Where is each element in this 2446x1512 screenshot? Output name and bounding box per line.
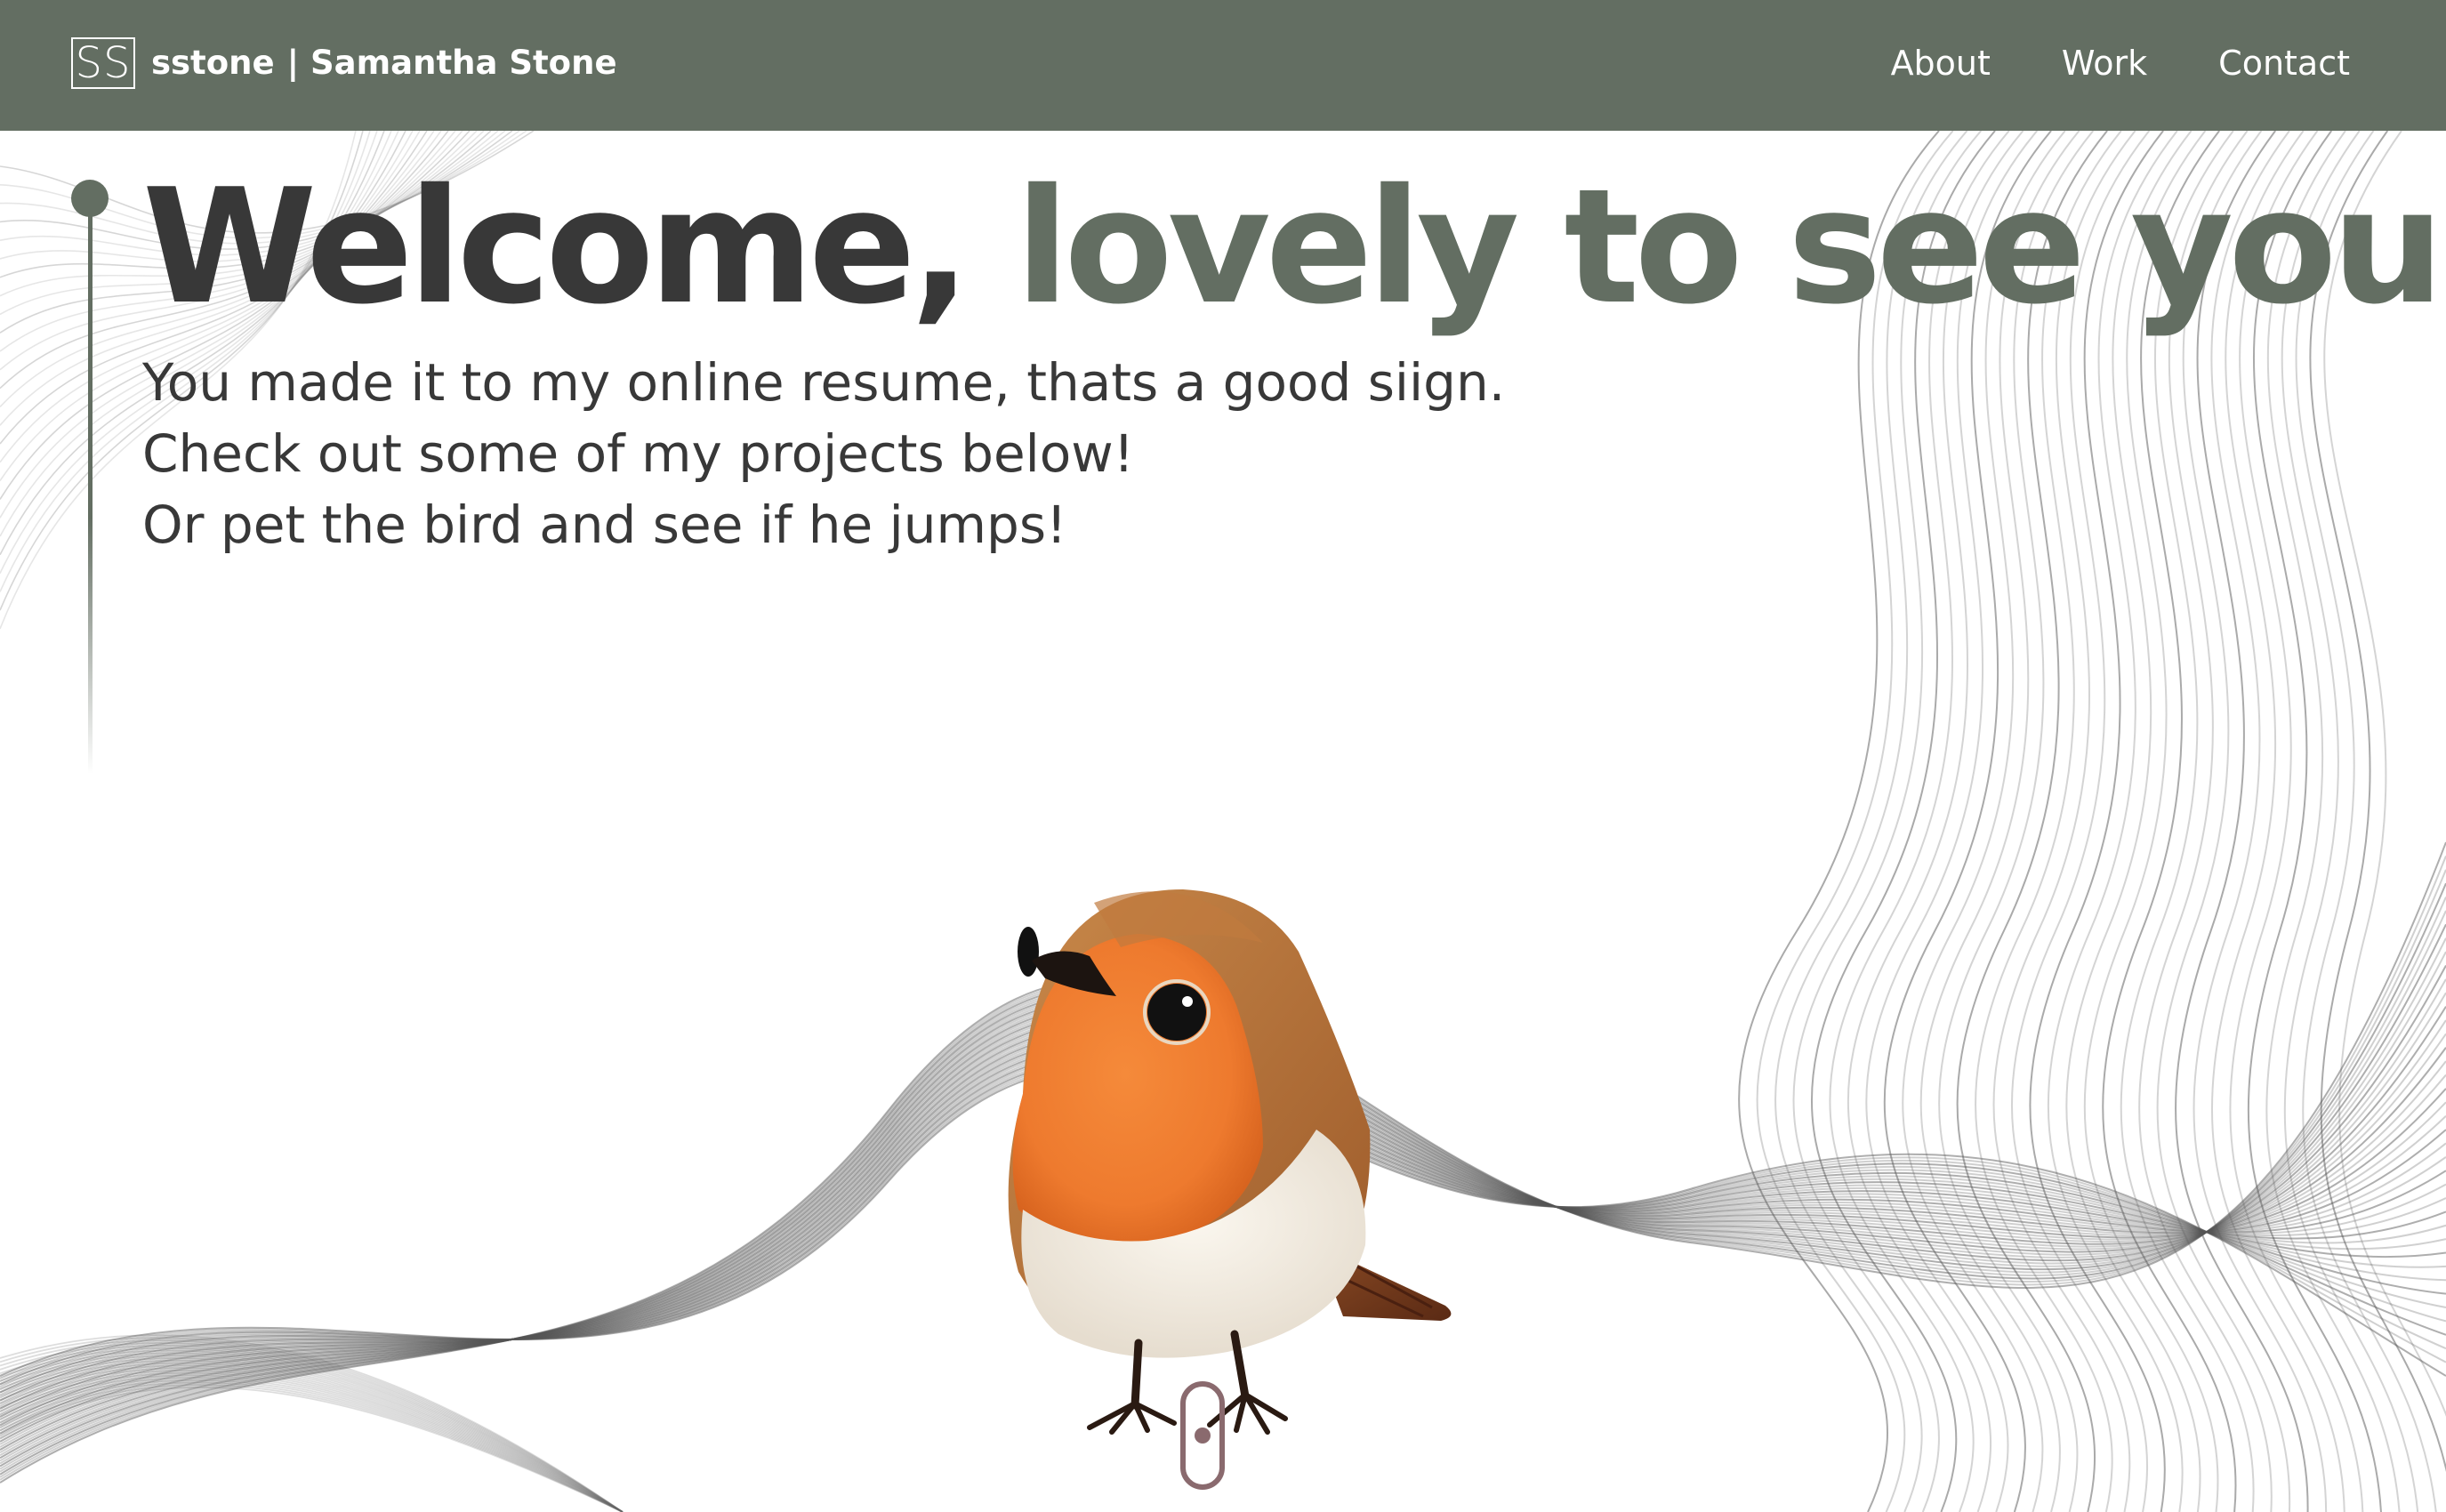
brand-full-name: | Samantha Stone [286,44,617,82]
hero-headline: Welcome, lovely to see you! [142,158,2446,336]
intro-line: You made it to my online resume, thats a… [142,352,1506,413]
hero-intro: You made it to my online resume, thats a… [142,347,1505,560]
intro-line: Or pet the bird and see if he jumps! [142,495,1067,555]
nav-link-about[interactable]: About [1891,39,1991,87]
intro-line: Check out some of my projects below! [142,423,1134,484]
brand-title[interactable]: sstone | Samantha Stone [151,41,617,85]
ss-monogram-icon[interactable]: SS [71,37,135,89]
headline-welcome: Welcome, [142,155,970,339]
top-navbar: SS sstone | Samantha Stone About Work Con… [0,0,2446,131]
headline-lovely: lovely to see you! [1015,155,2446,339]
page: SS sstone | Samantha Stone About Work Con… [0,0,2446,1512]
accent-line [88,205,93,774]
nav-link-contact[interactable]: Contact [2218,39,2350,87]
brand-name: sstone [151,44,275,82]
main-nav: About Work Contact [1891,39,2350,87]
nav-link-work[interactable]: Work [2062,39,2147,87]
scroll-mouse-icon[interactable] [1179,1380,1226,1491]
